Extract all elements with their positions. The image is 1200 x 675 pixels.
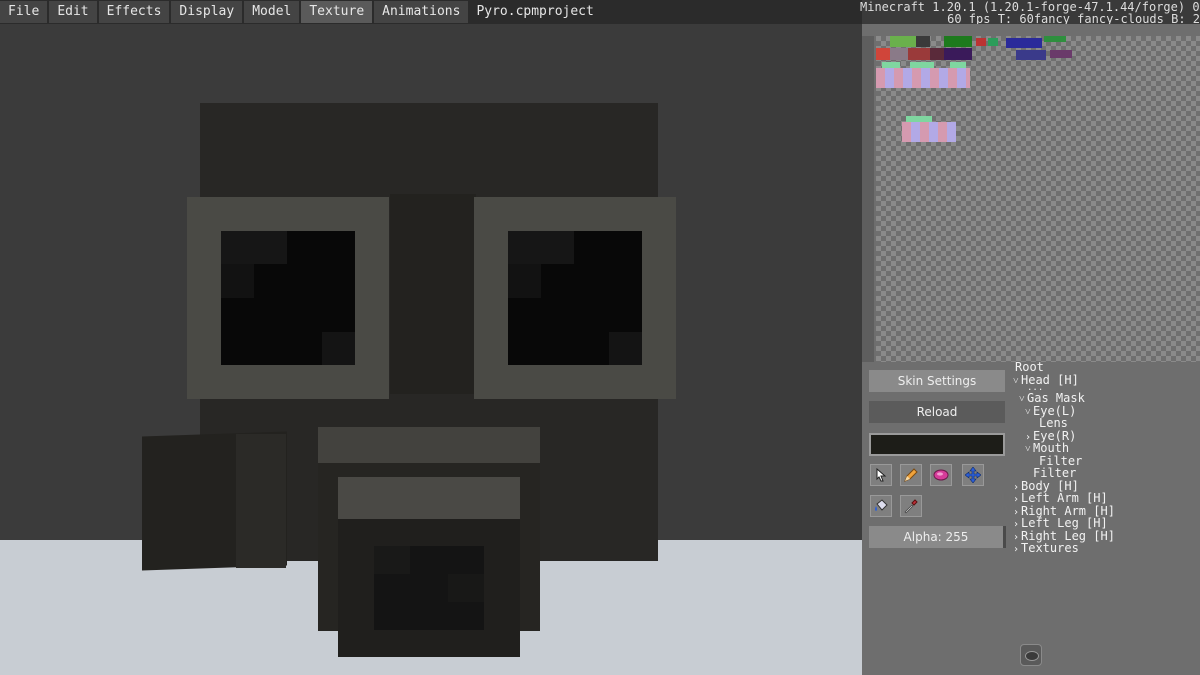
texture-island [988, 38, 998, 46]
eraser-icon [933, 469, 949, 481]
right-lens-glint [508, 231, 574, 264]
editor-side-panel: Skin Settings Reload Alpha: 255 Root ˅ He… [862, 24, 1200, 675]
select-tool[interactable] [870, 464, 892, 486]
texture-island [890, 48, 908, 60]
pencil-icon [904, 468, 918, 482]
texture-island [876, 68, 970, 88]
menu-animations[interactable]: Animations [374, 1, 469, 23]
texture-island [944, 48, 972, 60]
fill-tool[interactable] [870, 495, 892, 517]
alpha-slider[interactable]: Alpha: 255 [869, 526, 1006, 548]
mouth-band [338, 477, 520, 519]
tree-item-textures[interactable]: › Textures [1012, 542, 1200, 555]
texture-scrollbar[interactable] [862, 36, 874, 362]
texture-island [902, 122, 956, 142]
texture-island [890, 36, 916, 47]
model-viewport[interactable] [0, 24, 862, 675]
left-lens-glint2 [221, 264, 254, 298]
mouth-grille-cell [374, 546, 410, 574]
menu-edit[interactable]: Edit [49, 1, 97, 23]
texture-island [976, 38, 986, 46]
texture-island [930, 48, 944, 60]
pencil-tool[interactable] [900, 464, 922, 486]
texture-island [1006, 38, 1042, 48]
color-picker-icon [904, 499, 918, 514]
left-lens-glint [221, 231, 287, 264]
texture-island [876, 48, 890, 60]
chevron-right-icon: › [1013, 544, 1020, 555]
texture-island [944, 36, 972, 47]
reload-button[interactable]: Reload [869, 401, 1005, 423]
texture-island [1050, 50, 1072, 58]
eye-icon [1025, 651, 1039, 661]
left-lens-glint3 [322, 332, 355, 365]
texture-canvas[interactable] [876, 36, 1200, 362]
mouth-upper [318, 427, 540, 463]
texture-island [908, 48, 930, 60]
texture-island [916, 36, 930, 47]
move-tool[interactable] [962, 464, 984, 486]
camera-toggle-button[interactable] [1020, 644, 1042, 666]
menu-file[interactable]: File [0, 1, 48, 23]
texture-island [1016, 50, 1046, 60]
fill-icon [875, 499, 888, 511]
mouth-grille-cell2 [448, 574, 484, 602]
right-lens-glint3 [609, 332, 642, 365]
menu-model[interactable]: Model [244, 1, 300, 23]
color-picker-tool[interactable] [900, 495, 922, 517]
move-icon [965, 467, 981, 483]
menu-texture[interactable]: Texture [301, 1, 373, 23]
eraser-tool[interactable] [930, 464, 952, 486]
skin-settings-button[interactable]: Skin Settings [869, 370, 1005, 392]
texture-island [1044, 36, 1066, 42]
menu-effects[interactable]: Effects [98, 1, 170, 23]
project-name: Pyro.cpmproject [476, 4, 594, 19]
menu-bar: File Edit Effects Display Model Texture … [0, 0, 862, 24]
side-filter-face [236, 434, 286, 568]
tree-item-label: Textures [1021, 541, 1079, 555]
element-tree: Root ˅ Head [H] ... ˅ Gas Mask ˅ Eye(L) Len… [1012, 361, 1200, 555]
select-icon [876, 468, 887, 482]
debug-overlay: Minecraft 1.20.1 (1.20.1-forge-47.1.44/f… [860, 0, 1200, 25]
menu-display[interactable]: Display [171, 1, 243, 23]
right-lens-glint2 [508, 264, 541, 298]
color-swatch[interactable] [869, 433, 1005, 456]
head-shadow [390, 194, 476, 394]
